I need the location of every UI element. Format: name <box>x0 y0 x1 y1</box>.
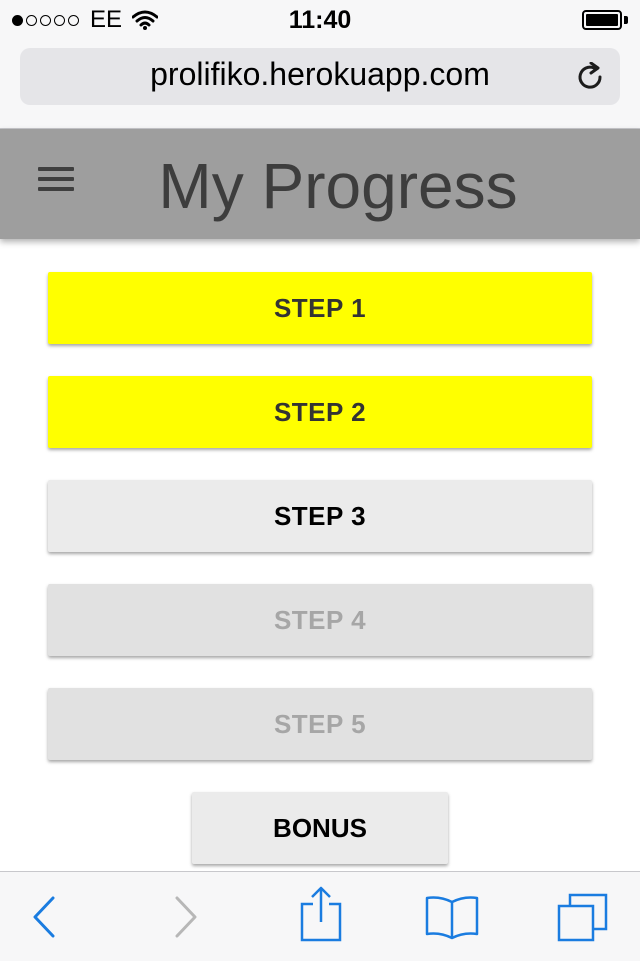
bookmarks-icon[interactable] <box>424 894 480 940</box>
browser-toolbar <box>0 871 640 961</box>
forward-icon <box>175 896 197 938</box>
url-text[interactable]: prolifiko.herokuapp.com <box>0 56 640 93</box>
status-bar: EE 11:40 <box>0 0 640 40</box>
reload-icon[interactable] <box>576 62 606 92</box>
step-5-button: STEP 5 <box>48 688 592 760</box>
step-4-button: STEP 4 <box>48 584 592 656</box>
battery-icon <box>582 10 622 30</box>
app-header: My Progress <box>0 129 640 239</box>
bonus-button[interactable]: BONUS <box>192 792 448 864</box>
share-icon[interactable] <box>299 886 343 942</box>
step-1-button[interactable]: STEP 1 <box>48 272 592 344</box>
tabs-icon[interactable] <box>556 892 610 942</box>
battery-cap <box>624 16 628 24</box>
step-3-button[interactable]: STEP 3 <box>48 480 592 552</box>
status-time: 11:40 <box>288 6 352 34</box>
step-2-button[interactable]: STEP 2 <box>48 376 592 448</box>
back-icon[interactable] <box>32 896 56 938</box>
browser-chrome: prolifiko.herokuapp.com <box>0 40 640 129</box>
page-title: My Progress <box>158 150 518 222</box>
